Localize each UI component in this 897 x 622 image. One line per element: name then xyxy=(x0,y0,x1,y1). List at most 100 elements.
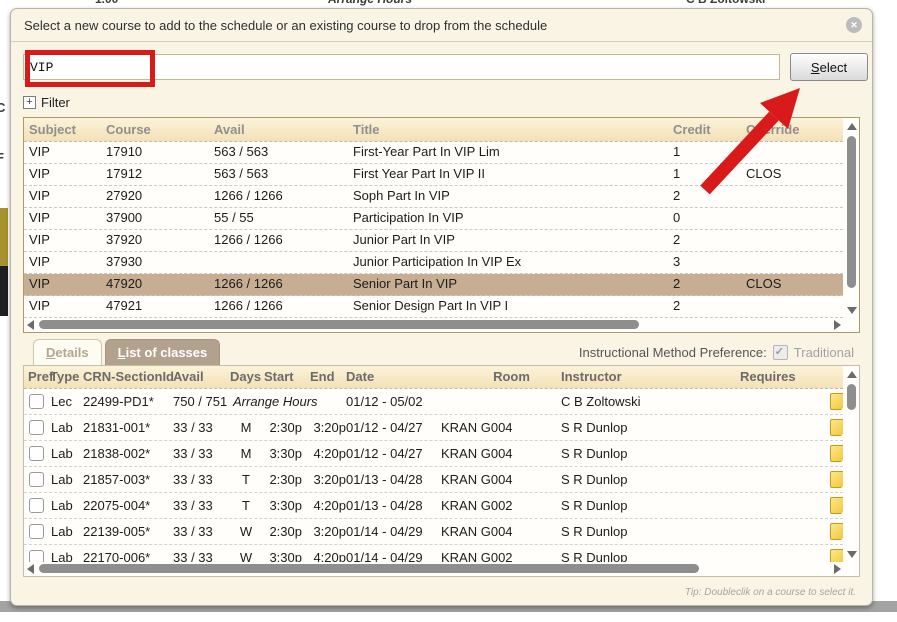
select-button[interactable]: Select xyxy=(790,53,868,81)
class-table-header: Pref Type CRN-SectionId Avail Days Start… xyxy=(24,366,843,389)
class-row[interactable]: Lab 22170-006* 33 / 33 W 3:30p 4:20p 01/… xyxy=(24,545,843,562)
pref-checkbox[interactable] xyxy=(29,420,44,435)
background-color-block xyxy=(0,266,8,316)
course-row[interactable]: VIP 37900 55 / 55 Participation In VIP 0 xyxy=(24,208,843,230)
course-avail: 1266 / 1266 xyxy=(214,298,283,313)
class-instructor: S R Dunlop xyxy=(561,498,627,513)
column-header-avail[interactable]: Avail xyxy=(214,122,245,137)
background-text-fragment: 1.00 xyxy=(95,0,118,6)
note-icon[interactable] xyxy=(830,523,843,540)
note-icon[interactable] xyxy=(830,471,843,488)
course-number: 47921 xyxy=(106,298,142,313)
class-end: 3:20p xyxy=(302,524,346,539)
course-row[interactable]: VIP 17910 563 / 563 First-Year Part In V… xyxy=(24,142,843,164)
background-text-fragment: C xyxy=(0,100,5,115)
class-date: 01/13 - 04/28 xyxy=(346,472,423,487)
column-header-credit[interactable]: Credit xyxy=(673,122,711,137)
scroll-left-arrow[interactable] xyxy=(27,320,34,330)
class-date: 01/14 - 04/29 xyxy=(346,524,423,539)
class-avail: 33 / 33 xyxy=(173,550,213,562)
note-icon[interactable] xyxy=(830,445,843,462)
tab-details[interactable]: Details xyxy=(33,339,102,365)
course-row[interactable]: VIP 27920 1266 / 1266 Soph Part In VIP 2 xyxy=(24,186,843,208)
horizontal-scrollbar-thumb[interactable] xyxy=(39,564,699,573)
class-row[interactable]: Lab 22139-005* 33 / 33 W 2:30p 3:20p 01/… xyxy=(24,519,843,545)
course-subject: VIP xyxy=(29,298,50,313)
class-avail: 33 / 33 xyxy=(173,420,213,435)
course-avail: 1266 / 1266 xyxy=(214,276,283,291)
class-crn-sectionid: 21857-003* xyxy=(83,472,150,487)
course-number: 37900 xyxy=(106,210,142,225)
class-row[interactable]: Lab 21831-001* 33 / 33 M 2:30p 3:20p 01/… xyxy=(24,415,843,441)
traditional-label: Traditional xyxy=(794,345,854,360)
course-row[interactable]: VIP 47921 1266 / 1266 Senior Design Part… xyxy=(24,296,843,318)
scroll-left-arrow[interactable] xyxy=(27,564,34,574)
class-type: Lab xyxy=(51,550,73,562)
annotation-red-rectangle xyxy=(25,50,155,87)
tip-text: Tip: Doubleclik on a course to select it… xyxy=(685,587,856,598)
class-row[interactable]: Lab 21838-002* 33 / 33 M 3:30p 4:20p 01/… xyxy=(24,441,843,467)
background-text-fragment: F xyxy=(0,150,4,165)
filter-toggle[interactable]: Filter xyxy=(23,95,70,110)
course-row[interactable]: VIP 17912 563 / 563 First Year Part In V… xyxy=(24,164,843,186)
horizontal-scrollbar-thumb[interactable] xyxy=(39,320,639,329)
course-subject: VIP xyxy=(29,188,50,203)
course-table-header: Subject Course Avail Title Credit Overri… xyxy=(24,118,843,142)
course-row[interactable]: VIP 37920 1266 / 1266 Junior Part In VIP… xyxy=(24,230,843,252)
class-row[interactable]: Lab 22075-004* 33 / 33 T 3:30p 4:20p 01/… xyxy=(24,493,843,519)
scroll-up-arrow[interactable] xyxy=(847,123,857,130)
vertical-scrollbar-thumb[interactable] xyxy=(847,136,856,288)
class-start: 3:30p xyxy=(258,550,302,562)
column-header-title[interactable]: Title xyxy=(353,122,380,137)
tab-details-label: etails xyxy=(55,345,88,360)
class-days: M xyxy=(234,420,258,435)
class-row[interactable]: Lab 21857-003* 33 / 33 T 2:30p 3:20p 01/… xyxy=(24,467,843,493)
scroll-up-arrow[interactable] xyxy=(847,371,857,378)
column-header-start: Start xyxy=(264,369,294,384)
class-type: Lab xyxy=(51,498,73,513)
pref-checkbox[interactable] xyxy=(29,550,44,562)
pref-checkbox[interactable] xyxy=(29,446,44,461)
tab-list-of-classes[interactable]: List of classes xyxy=(105,339,221,365)
note-icon[interactable] xyxy=(830,393,843,410)
note-icon[interactable] xyxy=(830,419,843,436)
note-icon[interactable] xyxy=(830,497,843,514)
detail-tabs: Details List of classes xyxy=(23,338,220,365)
column-header-type: Type xyxy=(50,369,79,384)
scroll-down-arrow[interactable] xyxy=(847,551,857,558)
course-title: Junior Participation In VIP Ex xyxy=(353,254,521,269)
pref-checkbox[interactable] xyxy=(29,472,44,487)
class-instructor: S R Dunlop xyxy=(561,472,627,487)
course-number: 27920 xyxy=(106,188,142,203)
course-avail: 1266 / 1266 xyxy=(214,232,283,247)
note-icon[interactable] xyxy=(830,549,843,562)
vertical-scrollbar-thumb[interactable] xyxy=(847,384,856,410)
scroll-right-arrow[interactable] xyxy=(834,320,841,330)
pref-checkbox[interactable] xyxy=(29,498,44,513)
column-header-override[interactable]: Override xyxy=(746,122,799,137)
class-table: Pref Type CRN-SectionId Avail Days Start… xyxy=(23,365,860,577)
column-header-instructor: Instructor xyxy=(561,369,622,384)
class-days: T xyxy=(234,472,258,487)
class-room: KRAN G004 xyxy=(441,420,513,435)
class-days: W xyxy=(234,550,258,562)
pref-checkbox[interactable] xyxy=(29,394,44,409)
column-header-course[interactable]: Course xyxy=(106,122,151,137)
class-row[interactable]: Lec 22499-PD1* 750 / 751 Arrange Hours 0… xyxy=(24,389,843,415)
class-date: 01/12 - 05/02 xyxy=(346,394,423,409)
scroll-down-arrow[interactable] xyxy=(847,307,857,314)
scroll-right-arrow[interactable] xyxy=(834,564,841,574)
course-row[interactable]: VIP 47920 1266 / 1266 Senior Part In VIP… xyxy=(24,274,843,296)
course-credit: 0 xyxy=(673,210,680,225)
close-icon[interactable] xyxy=(846,17,862,33)
class-crn-sectionid: 22139-005* xyxy=(83,524,150,539)
class-type: Lec xyxy=(51,394,72,409)
course-credit: 1 xyxy=(673,144,680,159)
instructional-method-label: Instructional Method Preference: xyxy=(579,345,767,360)
column-header-crn-sectionid: CRN-SectionId xyxy=(83,369,174,384)
course-title: Participation In VIP xyxy=(353,210,464,225)
expand-plus-icon[interactable] xyxy=(23,96,36,109)
column-header-subject[interactable]: Subject xyxy=(29,122,76,137)
course-row[interactable]: VIP 37930 Junior Participation In VIP Ex… xyxy=(24,252,843,274)
pref-checkbox[interactable] xyxy=(29,524,44,539)
